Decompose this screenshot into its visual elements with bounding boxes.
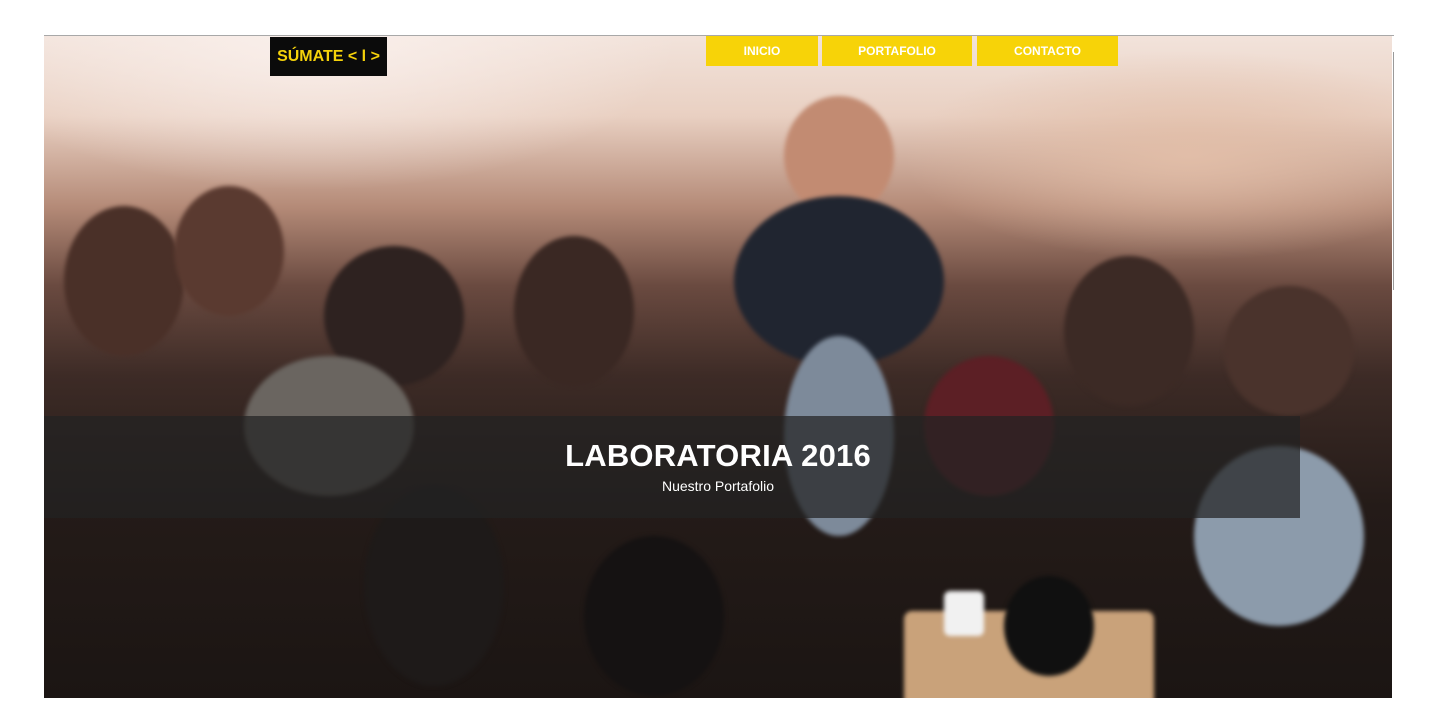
hero-title: LABORATORIA 2016 [565, 438, 871, 473]
photo-crowd-shape [64, 206, 184, 356]
photo-crowd-shape [174, 186, 284, 316]
main-nav: INICIO PORTAFOLIO CONTACTO [706, 36, 1118, 66]
photo-crowd-shape [1224, 286, 1354, 416]
photo-crowd-shape [1064, 256, 1194, 406]
logo-sumate[interactable]: SÚMATE < l > [270, 37, 387, 76]
hero-group-photo: LABORATORIA 2016 Nuestro Portafolio [44, 36, 1392, 698]
page: LABORATORIA 2016 Nuestro Portafolio SÚMA… [0, 0, 1440, 728]
photo-crowd-shape [514, 236, 634, 386]
photo-crowd-shape [944, 591, 984, 636]
nav-portafolio[interactable]: PORTAFOLIO [822, 36, 972, 66]
photo-crowd-shape [584, 536, 724, 696]
nav-inicio[interactable]: INICIO [706, 36, 818, 66]
right-divider [1393, 52, 1394, 290]
hero-subtitle: Nuestro Portafolio [661, 478, 775, 494]
nav-contacto[interactable]: CONTACTO [977, 36, 1118, 66]
photo-crowd-shape [1004, 576, 1094, 676]
